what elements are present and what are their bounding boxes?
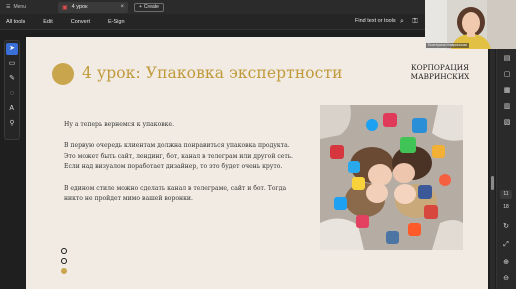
brand-name: КОРПОРАЦИЯ МАВРИНСКИХ: [398, 63, 482, 81]
menu-convert[interactable]: Convert: [71, 19, 90, 25]
page-number-total: 18: [503, 204, 509, 210]
comment-panel-icon[interactable]: ▢: [501, 70, 513, 80]
create-label: Create: [143, 4, 159, 10]
refresh-icon[interactable]: ↻: [500, 222, 512, 232]
attachment-icon[interactable]: ▥: [501, 102, 513, 112]
menu-esign[interactable]: E-Sign: [108, 19, 125, 25]
photo-illustration: [320, 105, 463, 250]
text-icon[interactable]: Ꭺ: [6, 103, 18, 115]
create-button[interactable]: + Create: [134, 2, 164, 12]
bookmark-icon[interactable]: ▦: [501, 86, 513, 96]
nav-dot-3-active[interactable]: [61, 268, 67, 274]
comment-icon[interactable]: ▭: [6, 58, 18, 70]
paragraph-2: В первую очередь клиентам должна понрави…: [64, 142, 293, 171]
search-icon[interactable]: ⌕: [397, 17, 407, 27]
nav-dot-1[interactable]: [61, 248, 67, 254]
pdf-icon: ▣: [62, 4, 68, 11]
fullscreen-icon[interactable]: ⤢: [500, 240, 512, 250]
plus-icon: +: [139, 4, 142, 10]
slide-nav-dots: [61, 248, 67, 274]
app-menu-button[interactable]: ☰ Menu: [6, 4, 26, 10]
pen-icon[interactable]: ✎: [6, 73, 18, 85]
scrollbar-thumb[interactable]: [491, 176, 494, 190]
zoom-out-icon[interactable]: ⊖: [500, 274, 512, 284]
title-bullet-circle: [52, 63, 74, 85]
close-icon[interactable]: ×: [120, 4, 124, 10]
zoom-in-icon[interactable]: ⊕: [500, 258, 512, 268]
document-tab[interactable]: ▣ 4 урок ×: [58, 1, 128, 13]
nav-dot-2[interactable]: [61, 258, 67, 264]
social-media-photo: [320, 105, 463, 250]
vertical-scrollbar[interactable]: [490, 30, 495, 289]
stamp-icon[interactable]: ⚲: [6, 118, 18, 130]
layers-icon[interactable]: ▧: [501, 118, 513, 128]
slide-title: 4 урок: Упаковка экспертности: [82, 64, 343, 82]
lock-icon[interactable]: ⚿: [410, 17, 420, 27]
tab-title: 4 урок: [71, 4, 88, 10]
menu-icon: ☰: [6, 4, 11, 10]
brand-line-1: КОРПОРАЦИЯ: [411, 63, 469, 72]
page-number-current[interactable]: 11: [500, 190, 512, 199]
menu-edit[interactable]: Edit: [43, 19, 52, 25]
left-tool-rail: ➤ ▭ ✎ ◌ Ꭺ ⚲: [4, 40, 20, 140]
find-text-or-tools[interactable]: Find text or tools: [355, 18, 396, 24]
lasso-icon[interactable]: ◌: [6, 88, 18, 100]
slide-page: 4 урок: Упаковка экспертности КОРПОРАЦИЯ…: [26, 37, 488, 289]
webcam-name-label: Екатерина Мавринская: [426, 43, 469, 48]
webcam-overlay: Екатерина Мавринская: [425, 0, 516, 49]
webcam-presenter-image: [425, 0, 516, 49]
menu-label: Menu: [13, 4, 26, 10]
brand-line-2: МАВРИНСКИХ: [410, 72, 470, 81]
paragraph-3: В едином стиле можно сделать канал в тел…: [64, 184, 287, 203]
page-icon[interactable]: ▤: [501, 54, 513, 64]
menu-all-tools[interactable]: All tools: [6, 19, 25, 25]
cursor-icon[interactable]: ➤: [6, 43, 18, 55]
right-tool-rail: ▤ ▢ ▦ ▥ ▧: [496, 48, 516, 289]
slide-body-text: Ну а теперь вернемся к упаковке. В перву…: [64, 120, 302, 205]
paragraph-1: Ну а теперь вернемся к упаковке.: [64, 121, 175, 128]
